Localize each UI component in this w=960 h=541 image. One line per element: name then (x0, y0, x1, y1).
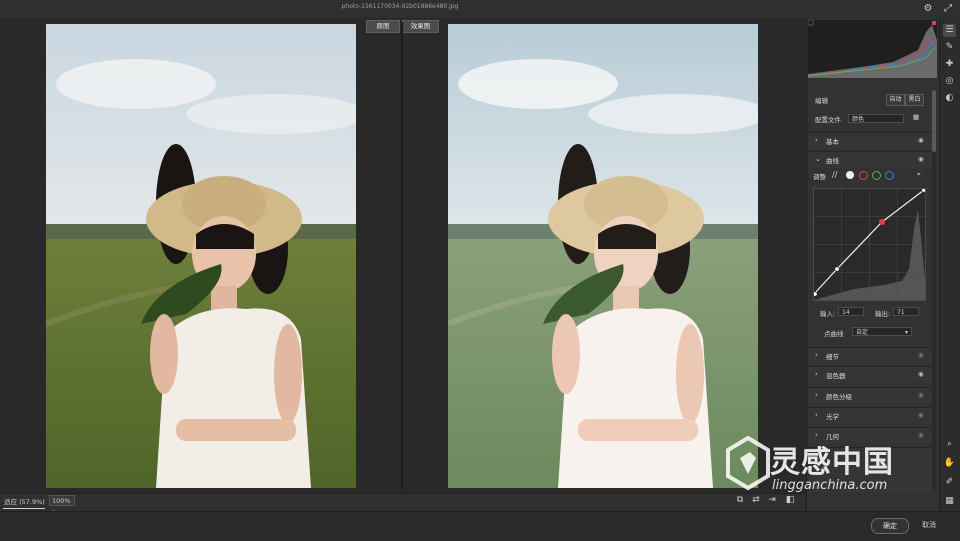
cancel-button[interactable]: 取消 (922, 520, 936, 530)
file-name: photo-1561170034-92b01886e480.jpg (341, 3, 459, 10)
profile-select[interactable]: 颜色 (848, 114, 904, 123)
chevron-right-icon: › (815, 351, 818, 359)
bw-button[interactable]: 黑白 (905, 94, 924, 106)
input-field[interactable]: 14 (838, 307, 864, 316)
blue-channel-icon[interactable] (885, 171, 894, 180)
auto-button[interactable]: 自动 (886, 94, 905, 106)
tab-after[interactable]: 效果图 (402, 20, 439, 33)
ok-button[interactable]: 确定 (871, 518, 909, 534)
section-optics-label: 光学 (826, 413, 839, 421)
target-adjust-icon[interactable]: ⌖ (917, 170, 921, 179)
brush-icon[interactable]: ✎ (943, 41, 956, 54)
point-curve-label: 点曲线 (824, 330, 844, 338)
output-value: 71 (897, 309, 905, 316)
chevron-right-icon: › (815, 411, 818, 419)
profile-browser-icon[interactable]: ▦ (913, 113, 919, 121)
eyedropper-icon[interactable]: ✐ (943, 476, 956, 489)
heal-icon[interactable]: ✚ (943, 58, 956, 71)
section-color-mixer-label: 混色器 (826, 372, 846, 380)
tone-curve-graph[interactable] (813, 188, 926, 301)
input-value: 14 (842, 309, 850, 316)
eye-icon[interactable]: ◉ (918, 155, 924, 163)
section-basic-label: 基本 (826, 138, 839, 146)
section-detail-label: 细节 (826, 353, 839, 361)
point-curve-select[interactable]: 自定 ▾ (852, 327, 912, 336)
chevron-right-icon: › (815, 370, 818, 378)
eye-icon[interactable]: ◉ (918, 431, 924, 439)
expand-icon[interactable]: ⤢ (942, 3, 954, 15)
brand-logo-icon (726, 436, 770, 491)
profile-label: 配置文件 (815, 116, 841, 124)
eye-icon[interactable]: ◉ (918, 391, 924, 399)
point-curve-white-icon[interactable] (846, 171, 854, 179)
histogram (808, 20, 937, 78)
status-bar (0, 493, 805, 512)
output-field[interactable]: 71 (893, 307, 919, 316)
compare-divider[interactable] (401, 22, 403, 490)
dialog-footer (0, 511, 960, 541)
chevron-right-icon: › (815, 136, 818, 144)
zoom-select-value: 100% (52, 497, 71, 505)
parametric-curve-icon[interactable]: ∕∕ (832, 170, 837, 179)
eye-icon[interactable]: ◉ (918, 351, 924, 359)
after-photo (448, 24, 758, 488)
eye-icon[interactable]: ◉ (918, 136, 924, 144)
presets-icon[interactable]: ◐ (943, 92, 956, 105)
watermark-brand-en: lingganchina.com (772, 478, 888, 493)
input-label: 输入: (820, 310, 836, 318)
zoom-select[interactable]: 100% ▾ (49, 495, 75, 516)
watermark-brand-cn: 灵感中国 (770, 445, 894, 480)
section-color-grading-label: 颜色分级 (826, 393, 852, 401)
eye-icon[interactable]: ◉ (918, 370, 924, 378)
adjust-label: 调整 (813, 173, 826, 181)
green-channel-icon[interactable] (872, 171, 881, 180)
zoom-fit-button[interactable]: 适应 (57.9%) (4, 496, 45, 506)
output-label: 输出: (875, 310, 891, 318)
before-after-icon[interactable]: ◧ (784, 494, 796, 506)
before-photo (46, 24, 356, 488)
panel-title: 编辑 (815, 97, 828, 105)
profile-value: 颜色 (852, 116, 865, 123)
eye-icon[interactable]: ◉ (918, 411, 924, 419)
red-eye-icon[interactable]: ◎ (943, 75, 956, 88)
zoom-fit-underline (3, 508, 45, 509)
tab-before[interactable]: 原图 (366, 20, 400, 33)
section-curve-label: 曲线 (826, 157, 839, 165)
grid-icon[interactable]: ▦ (943, 495, 956, 508)
zoom-icon[interactable]: ⌕ (943, 438, 956, 451)
edit-sliders-icon[interactable]: ☰ (943, 24, 956, 37)
red-channel-icon[interactable] (859, 171, 868, 180)
chevron-right-icon: › (815, 391, 818, 399)
chevron-down-icon: ⌄ (815, 155, 821, 163)
panel-scroll-thumb[interactable] (932, 90, 936, 152)
hand-icon[interactable]: ✋ (943, 457, 956, 470)
gear-icon[interactable]: ⚙ (922, 3, 934, 15)
point-curve-value: 自定 (856, 329, 869, 336)
